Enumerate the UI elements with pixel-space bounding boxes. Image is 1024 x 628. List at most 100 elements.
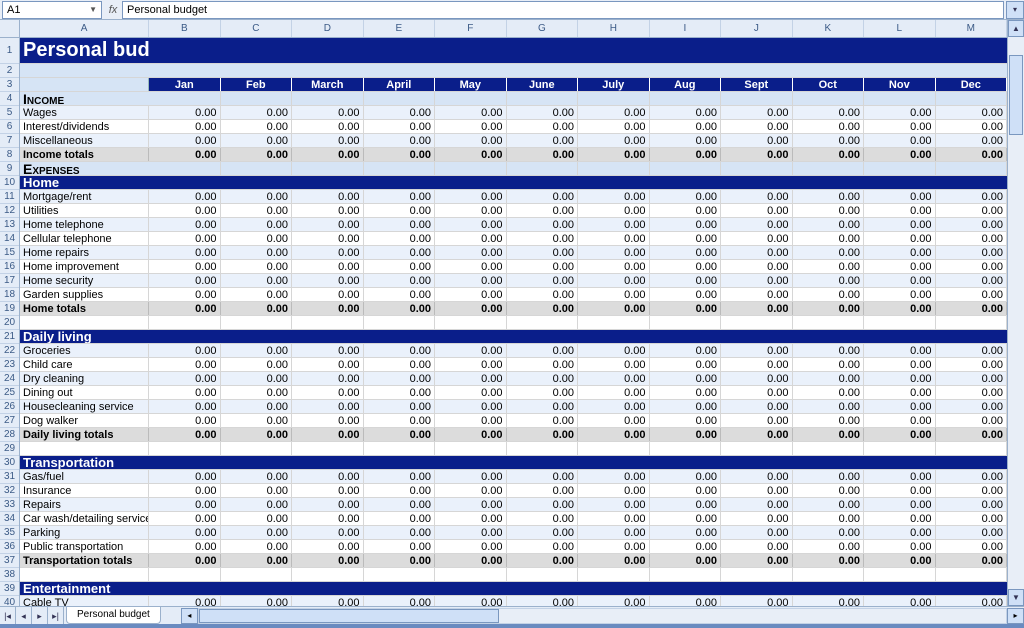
row-label[interactable]: Mortgage/rent [20, 190, 149, 203]
cell[interactable]: 0.00 [578, 470, 650, 483]
cell[interactable]: 0.00 [650, 260, 722, 273]
table-row[interactable]: Income [20, 92, 1007, 106]
cell[interactable]: 0.00 [149, 526, 221, 539]
cell[interactable]: 0.00 [864, 204, 936, 217]
cell[interactable] [578, 330, 650, 343]
row-header[interactable]: 32 [0, 484, 19, 498]
table-row[interactable] [20, 64, 1007, 78]
cell[interactable]: 0.00 [435, 106, 507, 119]
month-header[interactable]: April [364, 78, 436, 91]
vertical-scrollbar[interactable]: ▲ ▼ [1007, 20, 1024, 606]
cell[interactable]: 0.00 [149, 260, 221, 273]
row-header[interactable]: 36 [0, 540, 19, 554]
cell[interactable]: 0.00 [292, 540, 364, 553]
cell[interactable] [149, 176, 221, 189]
cell[interactable]: 0.00 [650, 134, 722, 147]
cell[interactable] [578, 442, 650, 455]
cell[interactable] [364, 176, 436, 189]
cell[interactable]: 0.00 [793, 204, 865, 217]
cell[interactable]: 0.00 [793, 344, 865, 357]
cell[interactable] [149, 38, 221, 63]
cell[interactable]: 0.00 [364, 386, 436, 399]
cell[interactable]: 0.00 [507, 302, 579, 315]
cell[interactable] [507, 582, 579, 595]
column-header[interactable]: J [721, 20, 793, 37]
cell[interactable]: 0.00 [793, 372, 865, 385]
cell[interactable]: 0.00 [936, 190, 1007, 203]
cell[interactable]: 0.00 [435, 148, 507, 161]
cell[interactable] [435, 568, 507, 581]
cell[interactable] [793, 582, 865, 595]
row-header[interactable]: 33 [0, 498, 19, 512]
cell[interactable]: 0.00 [507, 554, 579, 567]
row-header[interactable]: 2 [0, 64, 19, 78]
cell[interactable] [221, 568, 293, 581]
cell[interactable] [507, 92, 579, 105]
cell[interactable]: 0.00 [292, 260, 364, 273]
cell[interactable] [292, 582, 364, 595]
cell[interactable]: 0.00 [292, 372, 364, 385]
cell[interactable]: 0.00 [364, 484, 436, 497]
cell[interactable]: 0.00 [292, 134, 364, 147]
row-header[interactable]: 26 [0, 400, 19, 414]
cell[interactable]: 0.00 [864, 596, 936, 606]
cell[interactable] [650, 330, 722, 343]
cell[interactable] [793, 316, 865, 329]
scroll-thumb[interactable] [1009, 55, 1023, 135]
table-row[interactable]: Mortgage/rent0.000.000.000.000.000.000.0… [20, 190, 1007, 204]
cell[interactable]: 0.00 [221, 554, 293, 567]
cell[interactable]: 0.00 [149, 428, 221, 441]
cell[interactable] [936, 92, 1007, 105]
cell[interactable] [793, 92, 865, 105]
cell[interactable] [793, 456, 865, 469]
row-header[interactable]: 3 [0, 78, 19, 92]
cell[interactable] [364, 316, 436, 329]
cell[interactable]: 0.00 [364, 470, 436, 483]
cell[interactable] [364, 442, 436, 455]
cell[interactable]: 0.00 [221, 498, 293, 511]
row-header[interactable]: 38 [0, 568, 19, 582]
cell[interactable]: 0.00 [936, 372, 1007, 385]
cell[interactable]: 0.00 [292, 274, 364, 287]
cell[interactable] [292, 64, 364, 77]
section-header-income[interactable]: Income [20, 92, 149, 105]
cell[interactable]: 0.00 [364, 344, 436, 357]
cell[interactable]: 0.00 [721, 274, 793, 287]
cell[interactable]: 0.00 [578, 134, 650, 147]
cell[interactable] [578, 64, 650, 77]
cell[interactable] [435, 582, 507, 595]
cell[interactable]: 0.00 [578, 120, 650, 133]
cell[interactable]: 0.00 [936, 428, 1007, 441]
cell[interactable]: 0.00 [292, 358, 364, 371]
cell[interactable]: 0.00 [721, 554, 793, 567]
cell[interactable]: 0.00 [793, 302, 865, 315]
cell[interactable]: 0.00 [435, 344, 507, 357]
cell[interactable]: 0.00 [221, 288, 293, 301]
cell[interactable]: 0.00 [864, 526, 936, 539]
cell[interactable] [435, 442, 507, 455]
cell[interactable]: 0.00 [435, 400, 507, 413]
cell[interactable]: 0.00 [936, 358, 1007, 371]
cell[interactable] [936, 582, 1007, 595]
cell[interactable]: 0.00 [721, 428, 793, 441]
cell[interactable]: 0.00 [149, 386, 221, 399]
cell[interactable]: 0.00 [507, 386, 579, 399]
cell[interactable] [936, 162, 1007, 175]
cell[interactable]: 0.00 [435, 512, 507, 525]
cell[interactable]: 0.00 [221, 120, 293, 133]
cell[interactable]: 0.00 [793, 414, 865, 427]
cell[interactable]: 0.00 [650, 414, 722, 427]
cell[interactable]: 0.00 [435, 554, 507, 567]
cell[interactable]: 0.00 [793, 232, 865, 245]
row-header[interactable]: 18 [0, 288, 19, 302]
table-row[interactable]: Parking0.000.000.000.000.000.000.000.000… [20, 526, 1007, 540]
cell[interactable]: 0.00 [435, 372, 507, 385]
cell[interactable] [578, 176, 650, 189]
table-row[interactable] [20, 316, 1007, 330]
table-row[interactable]: Dining out0.000.000.000.000.000.000.000.… [20, 386, 1007, 400]
cell[interactable]: 0.00 [721, 498, 793, 511]
name-box-dropdown-icon[interactable]: ▼ [89, 5, 97, 14]
cell[interactable]: 0.00 [149, 414, 221, 427]
cell[interactable]: 0.00 [578, 428, 650, 441]
table-row[interactable]: Home totals0.000.000.000.000.000.000.000… [20, 302, 1007, 316]
